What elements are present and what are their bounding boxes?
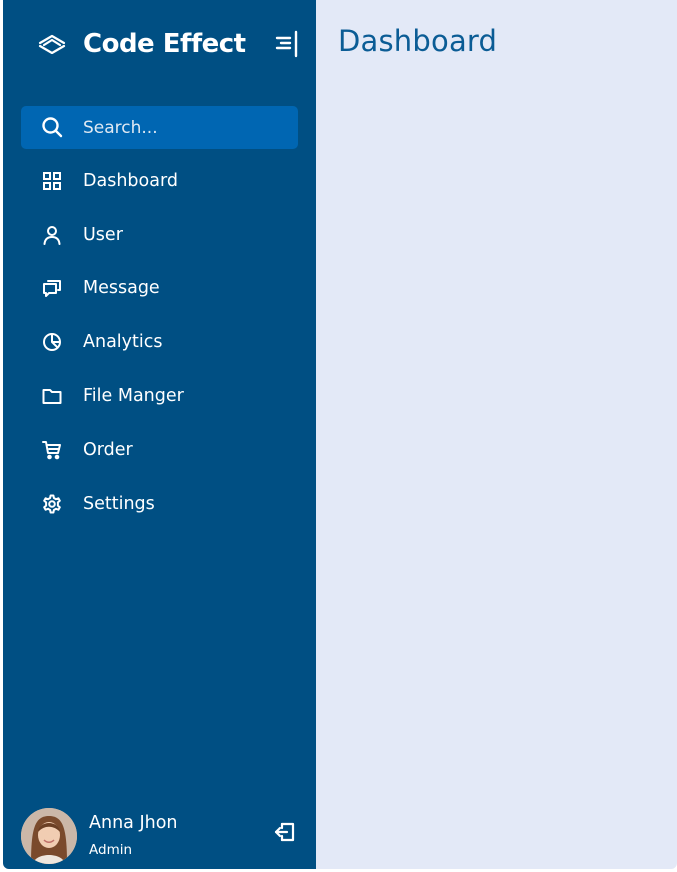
sidebar-item-file-manager[interactable]: File Manger bbox=[3, 369, 316, 423]
sidebar-item-label: User bbox=[83, 224, 123, 245]
sidebar-item-label: Message bbox=[83, 278, 160, 299]
search-icon bbox=[41, 116, 63, 138]
sidebar-item-label: Order bbox=[83, 439, 133, 460]
brand-name: Code Effect bbox=[83, 29, 246, 59]
sidebar-item-analytics[interactable]: Analytics bbox=[3, 315, 316, 369]
menu-lines-icon[interactable] bbox=[273, 30, 299, 58]
chat-icon bbox=[41, 277, 63, 299]
avatar[interactable] bbox=[21, 808, 77, 864]
profile-name: Anna Jhon bbox=[89, 813, 178, 833]
sidebar-item-user[interactable]: User bbox=[3, 208, 316, 262]
pie-chart-icon bbox=[41, 331, 63, 353]
search-box[interactable] bbox=[21, 106, 298, 149]
brand[interactable]: Code Effect bbox=[37, 24, 246, 64]
gear-icon bbox=[41, 493, 63, 515]
sidebar-item-order[interactable]: Order bbox=[3, 423, 316, 477]
sidebar-item-dashboard[interactable]: Dashboard bbox=[3, 154, 316, 208]
sidebar-nav: Dashboard User Message Analytics File Ma… bbox=[3, 154, 316, 531]
logout-icon[interactable] bbox=[273, 820, 297, 844]
sidebar-item-message[interactable]: Message bbox=[3, 262, 316, 316]
grid-icon bbox=[41, 170, 63, 192]
folder-icon bbox=[41, 385, 63, 407]
sidebar-item-label: Dashboard bbox=[83, 170, 178, 191]
cart-icon bbox=[41, 439, 63, 461]
sidebar-item-settings[interactable]: Settings bbox=[3, 477, 316, 531]
sidebar-item-label: File Manger bbox=[83, 386, 184, 407]
layers-wave-icon bbox=[37, 32, 67, 56]
sidebar-item-label: Settings bbox=[83, 493, 155, 514]
profile-role: Admin bbox=[89, 842, 133, 858]
search-input[interactable] bbox=[83, 106, 288, 149]
user-icon bbox=[41, 224, 63, 246]
app-frame: Code Effect Search... Dashboard User Mes… bbox=[3, 0, 677, 869]
page-title: Dashboard bbox=[338, 24, 498, 58]
sidebar: Code Effect Search... Dashboard User Mes… bbox=[3, 0, 316, 869]
user-profile: Anna Jhon Admin bbox=[3, 800, 316, 869]
sidebar-item-label: Analytics bbox=[83, 332, 163, 353]
